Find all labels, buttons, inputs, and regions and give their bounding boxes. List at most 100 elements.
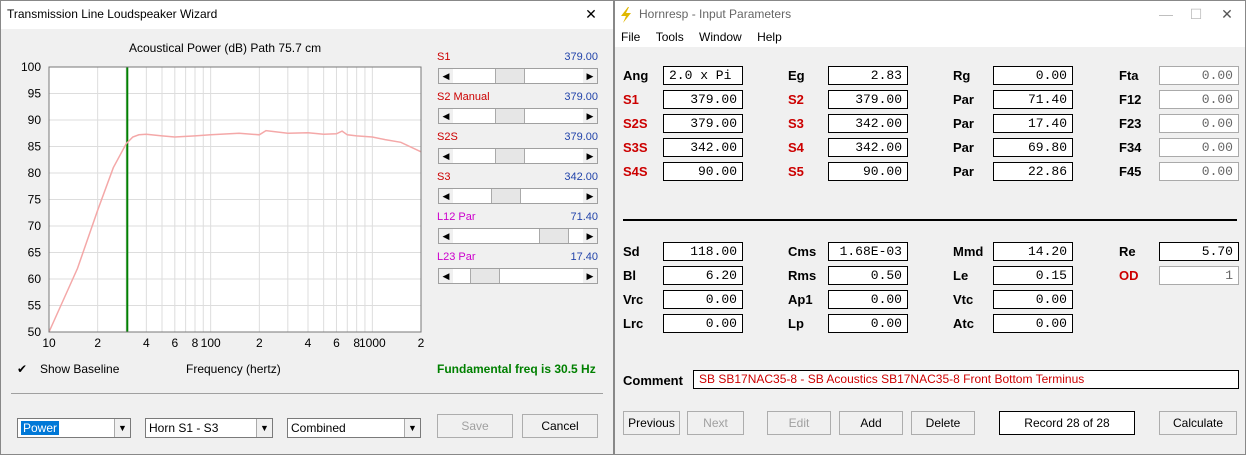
menu-file[interactable]: File <box>621 30 640 44</box>
mode-combo-value: Combined <box>291 421 346 435</box>
slider-scrollbar[interactable]: ◀ ▶ <box>438 228 598 244</box>
param-field[interactable]: 0.00 <box>1159 66 1239 85</box>
arrow-right-icon[interactable]: ▶ <box>583 149 597 163</box>
param-field[interactable]: 69.80 <box>993 138 1073 157</box>
param-field[interactable]: 0.00 <box>1159 162 1239 181</box>
param-label: S2S <box>623 116 648 131</box>
edit-button[interactable]: Edit <box>767 411 831 435</box>
type-combo[interactable]: Power ▼ <box>17 418 131 438</box>
arrow-right-icon[interactable]: ▶ <box>583 109 597 123</box>
param-field[interactable]: 379.00 <box>663 114 743 133</box>
param-label: Lp <box>788 316 804 331</box>
param-field[interactable]: 0.00 <box>663 290 743 309</box>
param-label: F34 <box>1119 140 1142 155</box>
slider-thumb[interactable] <box>491 189 521 203</box>
param-field[interactable]: 118.00 <box>663 242 743 261</box>
close-icon[interactable]: ✕ <box>576 6 606 23</box>
arrow-right-icon[interactable]: ▶ <box>583 69 597 83</box>
slider-scrollbar[interactable]: ◀ ▶ <box>438 188 598 204</box>
param-field[interactable]: 90.00 <box>663 162 743 181</box>
slider-scrollbar[interactable]: ◀ ▶ <box>438 268 598 284</box>
arrow-left-icon[interactable]: ◀ <box>439 149 453 163</box>
param-field[interactable]: 0.00 <box>663 314 743 333</box>
x-tick-label: 6 <box>171 336 178 350</box>
param-field[interactable]: 2.83 <box>828 66 908 85</box>
slider-thumb[interactable] <box>539 229 569 243</box>
menu-help[interactable]: Help <box>757 30 782 44</box>
param-field[interactable]: 22.86 <box>993 162 1073 181</box>
horn-combo-value: Horn S1 - S3 <box>149 421 219 435</box>
menu-window[interactable]: Window <box>699 30 742 44</box>
minimize-icon[interactable]: — <box>1151 6 1181 22</box>
arrow-left-icon[interactable]: ◀ <box>439 229 453 243</box>
y-tick-label: 55 <box>28 299 42 313</box>
cancel-button[interactable]: Cancel <box>522 414 598 438</box>
param-label: S4S <box>623 164 648 179</box>
param-field[interactable]: 17.40 <box>993 114 1073 133</box>
slider-scrollbar[interactable]: ◀ ▶ <box>438 108 598 124</box>
save-button[interactable]: Save <box>437 414 513 438</box>
slider-value: 379.00 <box>564 91 598 103</box>
slider-thumb[interactable] <box>470 269 500 283</box>
param-field[interactable]: 0.00 <box>1159 138 1239 157</box>
param-field[interactable]: 0.00 <box>828 314 908 333</box>
slider-thumb[interactable] <box>495 149 525 163</box>
x-tick-label: 2 <box>418 336 425 350</box>
param-label: Bl <box>623 268 636 283</box>
slider-scrollbar[interactable]: ◀ ▶ <box>438 148 598 164</box>
slider-label: S2S <box>437 131 458 143</box>
param-field[interactable]: 342.00 <box>663 138 743 157</box>
param-field[interactable]: 379.00 <box>828 90 908 109</box>
arrow-left-icon[interactable]: ◀ <box>439 269 453 283</box>
menu-tools[interactable]: Tools <box>656 30 684 44</box>
delete-button[interactable]: Delete <box>911 411 975 435</box>
slider-label: L12 Par <box>437 211 476 223</box>
param-field[interactable]: 0.00 <box>993 314 1073 333</box>
param-field[interactable]: 342.00 <box>828 114 908 133</box>
slider-label: S1 <box>437 51 451 63</box>
slider-thumb[interactable] <box>495 69 525 83</box>
arrow-left-icon[interactable]: ◀ <box>439 189 453 203</box>
arrow-right-icon[interactable]: ▶ <box>583 229 597 243</box>
arrow-left-icon[interactable]: ◀ <box>439 109 453 123</box>
param-field[interactable]: 14.20 <box>993 242 1073 261</box>
x-tick-label: 4 <box>305 336 312 350</box>
horn-combo[interactable]: Horn S1 - S3 ▼ <box>145 418 273 438</box>
param-field[interactable]: 1 <box>1159 266 1239 285</box>
param-label: S1 <box>623 92 639 107</box>
add-button[interactable]: Add <box>839 411 903 435</box>
param-field[interactable]: 5.70 <box>1159 242 1239 261</box>
param-field[interactable]: 0.15 <box>993 266 1073 285</box>
arrow-right-icon[interactable]: ▶ <box>583 189 597 203</box>
calculate-button[interactable]: Calculate <box>1159 411 1237 435</box>
param-field[interactable]: 379.00 <box>663 90 743 109</box>
param-field[interactable]: 1.68E-03 <box>828 242 908 261</box>
param-field[interactable]: 6.20 <box>663 266 743 285</box>
param-field[interactable]: 0.00 <box>1159 90 1239 109</box>
slider-thumb[interactable] <box>495 109 525 123</box>
arrow-right-icon[interactable]: ▶ <box>583 269 597 283</box>
close-icon[interactable]: ✕ <box>1212 6 1242 23</box>
chevron-down-icon: ▼ <box>256 419 272 437</box>
param-field[interactable]: 0.50 <box>828 266 908 285</box>
mode-combo[interactable]: Combined ▼ <box>287 418 421 438</box>
previous-button[interactable]: Previous <box>623 411 680 435</box>
slider-scrollbar[interactable]: ◀ ▶ <box>438 68 598 84</box>
param-field[interactable]: 2.0 x Pi <box>663 66 743 85</box>
param-label: Sd <box>623 244 640 259</box>
x-tick-label: 4 <box>143 336 150 350</box>
arrow-left-icon[interactable]: ◀ <box>439 69 453 83</box>
next-button[interactable]: Next <box>687 411 744 435</box>
y-tick-label: 60 <box>28 272 42 286</box>
param-field[interactable]: 0.00 <box>993 66 1073 85</box>
param-field[interactable]: 0.00 <box>1159 114 1239 133</box>
param-label: Ang <box>623 68 649 83</box>
param-field[interactable]: 0.00 <box>828 290 908 309</box>
param-field[interactable]: 342.00 <box>828 138 908 157</box>
maximize-icon[interactable]: ☐ <box>1181 6 1211 23</box>
show-baseline-checkbox[interactable]: ✔ <box>17 363 29 375</box>
param-field[interactable]: 0.00 <box>993 290 1073 309</box>
comment-field[interactable]: SB SB17NAC35-8 - SB Acoustics SB17NAC35-… <box>693 370 1239 389</box>
param-field[interactable]: 71.40 <box>993 90 1073 109</box>
param-field[interactable]: 90.00 <box>828 162 908 181</box>
